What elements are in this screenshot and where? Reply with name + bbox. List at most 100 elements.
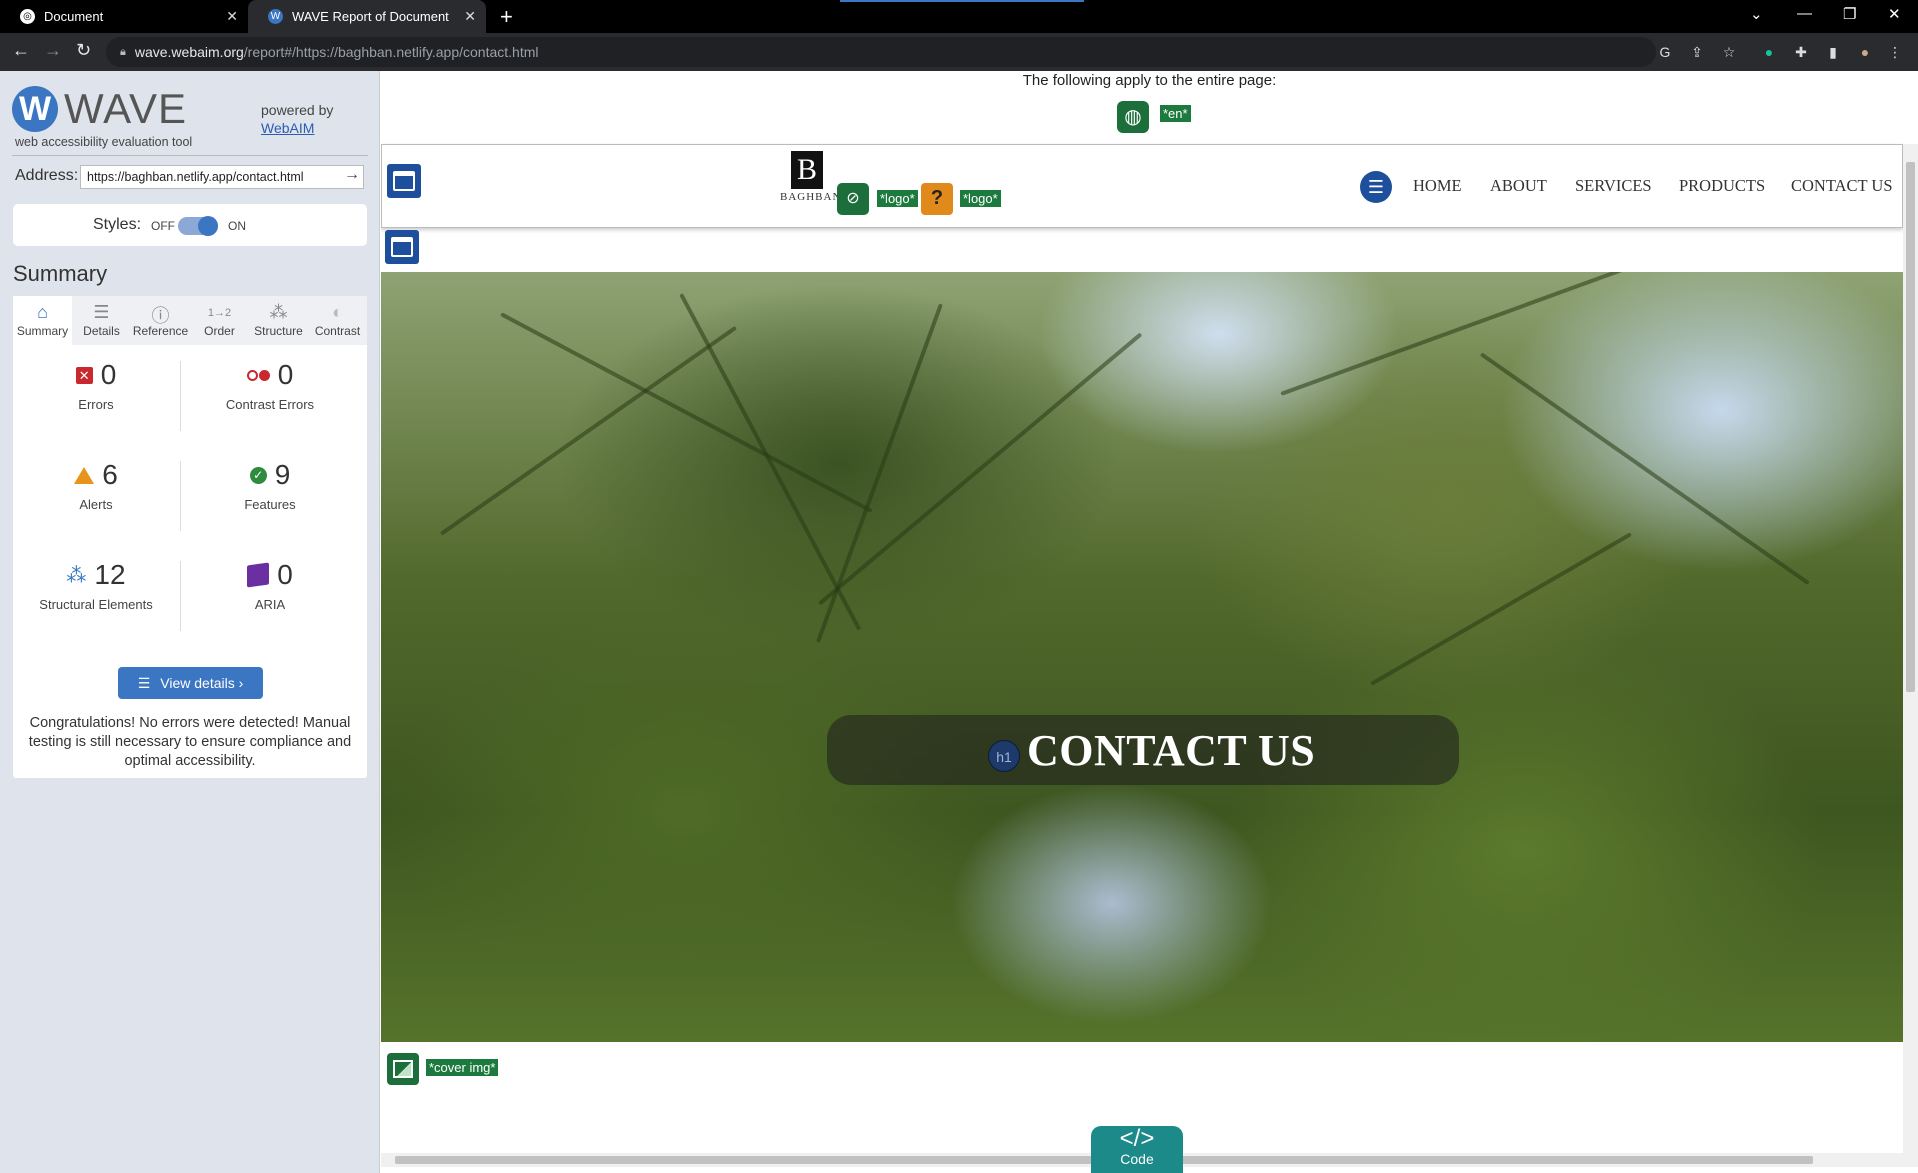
alt-text-tag: *logo* — [959, 189, 1002, 208]
tab-order[interactable]: 1→2 Order — [190, 296, 249, 345]
site-logo[interactable]: B BAGHBAN — [780, 151, 842, 211]
tab-label: Reference — [132, 324, 189, 338]
header-region-icon[interactable] — [387, 164, 421, 198]
arrow-right-icon[interactable]: → — [344, 166, 360, 184]
contrast-icon: ◐ — [332, 302, 343, 322]
globe-icon: ◎ — [20, 9, 35, 24]
tab-details[interactable]: ☰ Details — [72, 296, 131, 345]
wave-title: WAVE — [64, 85, 188, 132]
restore-button[interactable]: ❐ — [1843, 5, 1856, 23]
scrollbar-thumb[interactable] — [1906, 162, 1915, 692]
error-icon: ✕ — [75, 366, 93, 384]
stat-label: Features — [244, 497, 296, 512]
tab-label: Order — [204, 324, 235, 338]
language-globe-icon[interactable]: ◍ — [1117, 101, 1149, 133]
alert-icon — [74, 466, 95, 484]
reload-icon[interactable]: ↻ — [76, 40, 91, 61]
stat-value: 12 — [94, 559, 126, 590]
webaim-link[interactable]: WebAIM — [261, 119, 333, 137]
main-region-icon[interactable] — [385, 230, 419, 264]
divider — [180, 561, 181, 631]
menu-kebab-icon[interactable]: ⋮ — [1886, 43, 1904, 61]
site-header: B BAGHBAN ⊘ *logo* ? *logo* ☰ HOME ABOUT… — [381, 144, 1903, 228]
stat-errors[interactable]: ✕ 0 Errors — [16, 359, 176, 412]
browser-tab-bar: ◎ Document ✕ W WAVE Report of Document ✕… — [0, 0, 1918, 33]
feature-check-icon: ✓ — [249, 466, 267, 484]
styles-off-label: OFF — [151, 219, 175, 233]
stat-contrast-errors[interactable]: 0 Contrast Errors — [190, 359, 350, 412]
browser-tab-document[interactable]: ◎ Document ✕ — [0, 0, 248, 33]
tab-summary[interactable]: ⌂ Summary — [13, 296, 72, 345]
divider — [12, 155, 368, 156]
logo-wordmark: BAGHBAN — [780, 191, 842, 203]
divider — [180, 361, 181, 431]
logo-mark: B — [791, 151, 823, 189]
nav-contact-link[interactable]: CONTACT US — [1791, 176, 1893, 196]
stat-alerts[interactable]: 6 Alerts — [16, 459, 176, 512]
back-icon[interactable]: ← — [12, 40, 30, 61]
tab-loading-indicator — [840, 0, 1084, 2]
stat-value: 0 — [277, 559, 293, 590]
home-icon: ⌂ — [37, 302, 48, 322]
stat-label: ARIA — [254, 597, 286, 612]
forward-icon[interactable]: → — [44, 40, 62, 61]
stat-aria[interactable]: 0 ARIA — [190, 559, 350, 612]
share-icon[interactable]: ⇪ — [1688, 43, 1706, 61]
close-icon[interactable]: ✕ — [226, 8, 238, 25]
tab-label: Details — [83, 324, 120, 338]
styles-label: Styles: — [93, 216, 142, 233]
linked-image-icon[interactable]: ⊘ — [837, 183, 869, 215]
styles-toggle[interactable] — [178, 216, 218, 236]
address-input[interactable]: https://baghban.netlify.app/contact.html — [80, 165, 364, 189]
stat-label: Structural Elements — [39, 597, 153, 612]
address-label: Address: — [15, 167, 79, 184]
url-bar[interactable]: 🔒︎ wave.webaim.org /report#/https://bagh… — [106, 37, 1656, 67]
tab-title: WAVE Report of Document — [292, 9, 449, 24]
navigation-list-icon[interactable]: ☰ — [1360, 171, 1392, 203]
nav-home-link[interactable]: HOME — [1413, 176, 1462, 196]
list-icon: ☰ — [93, 302, 110, 322]
structure-icon: ⁂ — [66, 564, 87, 587]
new-tab-button[interactable]: + — [500, 4, 513, 30]
bookmark-star-icon[interactable]: ☆ — [1720, 43, 1738, 61]
code-panel-toggle[interactable]: </> Code — [1091, 1126, 1183, 1173]
stat-value: 0 — [100, 359, 117, 390]
view-details-button[interactable]: ☰ View details › — [118, 667, 263, 699]
nav-about-link[interactable]: ABOUT — [1490, 176, 1547, 196]
stat-label: Alerts — [79, 497, 113, 512]
aria-cube-icon — [247, 562, 270, 588]
browser-toolbar: ← → ↻ 🔒︎ wave.webaim.org /report#/https:… — [0, 33, 1918, 71]
tab-contrast[interactable]: ◐ Contrast — [308, 296, 367, 345]
nav-products-link[interactable]: PRODUCTS — [1679, 176, 1765, 196]
frond — [679, 293, 862, 631]
image-alt-icon[interactable] — [387, 1053, 419, 1085]
frond — [1370, 532, 1632, 686]
profile-avatar[interactable]: ● — [1856, 43, 1874, 61]
contrast-error-icon — [246, 369, 270, 381]
grammarly-icon[interactable]: ● — [1760, 43, 1778, 61]
frond — [1280, 272, 1733, 396]
stat-features[interactable]: ✓ 9 Features — [190, 459, 350, 512]
stat-value: 0 — [277, 359, 294, 390]
stat-structural-elements[interactable]: ⁂ 12 Structural Elements — [16, 559, 176, 612]
browser-tab-wave-report[interactable]: W WAVE Report of Document ✕ — [248, 0, 486, 33]
tab-label: Structure — [254, 324, 303, 338]
tab-reference[interactable]: ⓘ Reference — [131, 296, 190, 345]
tab-search-icon[interactable]: ⌄ — [1750, 5, 1763, 23]
page-preview: The following apply to the entire page: … — [381, 71, 1918, 1173]
google-icon[interactable]: G — [1656, 43, 1674, 61]
close-icon[interactable]: ✕ — [464, 8, 476, 25]
minimize-button[interactable]: — — [1797, 5, 1812, 22]
close-window-button[interactable]: ✕ — [1888, 5, 1901, 23]
language-tag: *en* — [1159, 104, 1192, 123]
vertical-scrollbar[interactable] — [1903, 144, 1918, 1167]
alt-text-tag: *cover img* — [425, 1058, 500, 1077]
alert-question-icon[interactable]: ? — [921, 183, 953, 215]
extensions-icon[interactable]: ✚ — [1792, 43, 1810, 61]
tab-title: Document — [44, 9, 104, 24]
h1-heading-icon[interactable]: h1 — [988, 740, 1020, 772]
wave-sidebar: W WAVE web accessibility evaluation tool… — [0, 71, 380, 1173]
nav-services-link[interactable]: SERVICES — [1575, 176, 1652, 196]
tab-structure[interactable]: ⁂ Structure — [249, 296, 308, 345]
side-panel-icon[interactable]: ▮ — [1824, 43, 1842, 61]
